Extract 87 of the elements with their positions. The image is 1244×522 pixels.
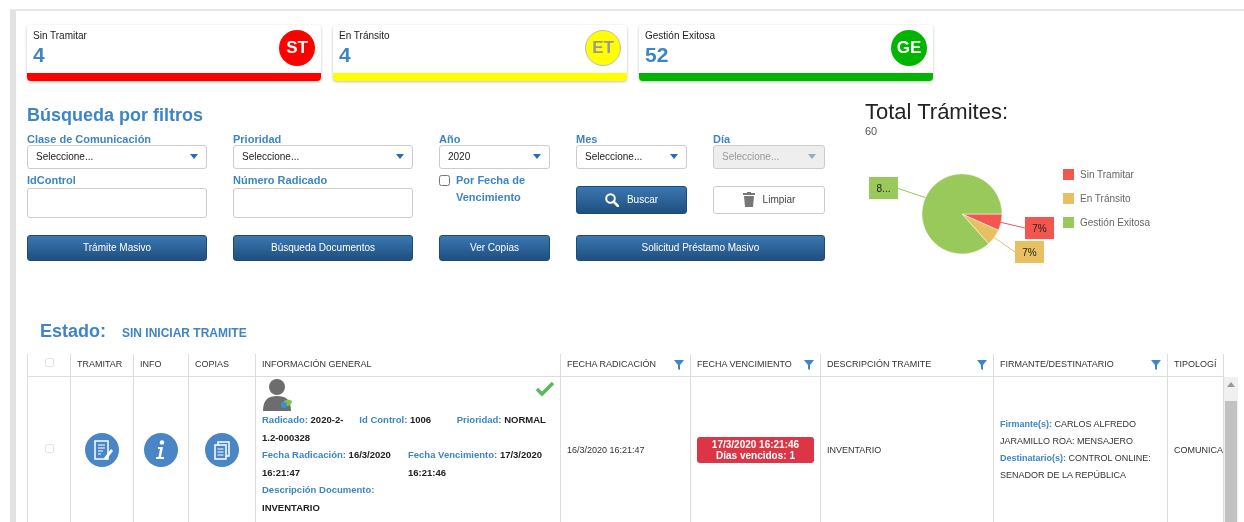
legend-label: Sin Tramitar	[1080, 167, 1134, 182]
leader-line	[1000, 221, 1026, 228]
text-input[interactable]	[27, 187, 207, 218]
info-field: Descripción Documento: INVENTARIO	[262, 481, 554, 516]
column-header: FIRMANTE/DESTINATARIO	[1000, 358, 1114, 371]
info-field: Fecha Vencimiento: 17/3/2020 16:21:46	[408, 446, 554, 481]
caret-icon	[190, 154, 198, 160]
action-button[interactable]: Trámite Masivo	[27, 234, 207, 261]
field-label: IdControl	[27, 172, 77, 186]
info-field: Fecha Radicación: 16/3/2020 16:21:47	[262, 446, 408, 481]
caret-icon	[396, 154, 404, 160]
caret-icon	[670, 154, 678, 160]
card-label: Sin Tramitar	[33, 29, 87, 43]
filter-icon[interactable]	[804, 359, 814, 370]
status-value: SIN INICIAR TRAMITE	[122, 324, 247, 342]
action-button[interactable]: Ver Copias	[439, 234, 550, 261]
filter-icon[interactable]	[674, 359, 684, 370]
scroll-up-icon[interactable]	[1227, 380, 1235, 387]
data-label: 8...	[876, 182, 891, 194]
info-field: Id Control: 1006	[359, 411, 457, 446]
select-all-checkbox[interactable]	[44, 358, 54, 367]
caret-icon	[533, 154, 541, 160]
row-checkbox[interactable]	[44, 443, 54, 453]
leader-line	[896, 187, 926, 198]
card-label: Gestión Exitosa	[645, 29, 716, 43]
column-header: TIPOLOGÍ	[1174, 358, 1217, 371]
column-header: INFO	[140, 358, 162, 371]
info-icon[interactable]	[144, 433, 178, 468]
data-label: 7%	[1022, 246, 1037, 258]
info-field: Prioridad: NORMAL	[456, 411, 554, 446]
checkbox-label: Por Fecha de Vencimiento	[456, 172, 527, 205]
scrollbar[interactable]	[1224, 376, 1238, 522]
user-avatar-icon	[262, 377, 294, 411]
status-label: Estado:	[40, 319, 106, 343]
section-heading: Búsqueda por filtros	[27, 105, 204, 127]
data-label: 7%	[1025, 216, 1054, 239]
caret-icon	[808, 154, 816, 160]
text-input[interactable]	[233, 187, 413, 218]
party-field: Destinatario(s): CONTROL ONLINE: SENADOR DE LA REPÚBLICA	[1000, 450, 1161, 485]
status-badge: ST	[279, 30, 315, 66]
data-label: 7%	[1015, 240, 1044, 263]
data-label: 8...	[869, 176, 898, 199]
column-header: FECHA VENCIMIENTO	[697, 358, 792, 371]
field-label: Año	[439, 131, 462, 145]
action-button[interactable]: Búsqueda Documentos	[233, 234, 413, 261]
action-button[interactable]: Solicitud Préstamo Masivo	[576, 234, 825, 261]
checkbox[interactable]	[439, 174, 450, 186]
column-header: INFORMACIÓN GENERAL	[262, 358, 372, 371]
due-date-badge: 17/3/2020 16:21:46 Días vencidos: 1	[697, 437, 814, 464]
dropdown[interactable]: Seleccione...	[233, 144, 413, 169]
party-field: Firmante(s): CARLOS ALFREDO JARAMILLO ROA: MENSAJERO	[1000, 416, 1161, 451]
field-label: Prioridad	[233, 131, 283, 145]
field-label: Número Radicado	[233, 172, 329, 186]
chart-title: Total Trámites:	[865, 101, 1010, 123]
column-header: DESCRIPCIÓN TRAMITE	[827, 358, 932, 371]
card-count: 52	[645, 43, 670, 67]
field-label: Clase de Comunicación	[27, 131, 153, 145]
dropdown[interactable]: 2020	[439, 144, 550, 169]
filter-icon[interactable]	[1151, 359, 1161, 370]
column-header: COPIAS	[195, 358, 229, 371]
legend-swatch	[1063, 216, 1074, 228]
status-badge: GE	[891, 30, 927, 66]
legend-label: En Tránsito	[1080, 191, 1131, 206]
filter-icon[interactable]	[977, 359, 987, 370]
card-count: 4	[33, 43, 46, 67]
search-button[interactable]: Buscar	[576, 185, 687, 214]
field-label: Día	[713, 131, 732, 145]
leader-line	[993, 236, 1016, 252]
documents-icon[interactable]	[205, 433, 239, 468]
dropdown[interactable]: Seleccione...	[576, 144, 687, 169]
dropdown[interactable]: Seleccione...	[27, 144, 207, 169]
trash-icon	[742, 192, 755, 208]
legend-label: Gestión Exitosa	[1080, 215, 1151, 230]
column-header: TRAMITAR	[77, 358, 123, 371]
field-label: Mes	[576, 131, 599, 145]
clear-button[interactable]: Limpiar	[713, 185, 825, 214]
document-pen-icon[interactable]	[85, 433, 119, 468]
legend-swatch	[1063, 168, 1074, 180]
legend-swatch	[1063, 192, 1074, 204]
card-count: 4	[339, 43, 352, 67]
column-header: FECHA RADICACIÓN	[567, 358, 656, 371]
chart-total: 60	[865, 124, 879, 139]
data-label: 7%	[1032, 222, 1047, 234]
info-field: Radicado: 2020-2-1.2-000328	[262, 411, 360, 446]
card-label: En Tránsito	[339, 29, 390, 43]
status-badge: ET	[585, 30, 621, 66]
search-icon	[604, 192, 619, 207]
